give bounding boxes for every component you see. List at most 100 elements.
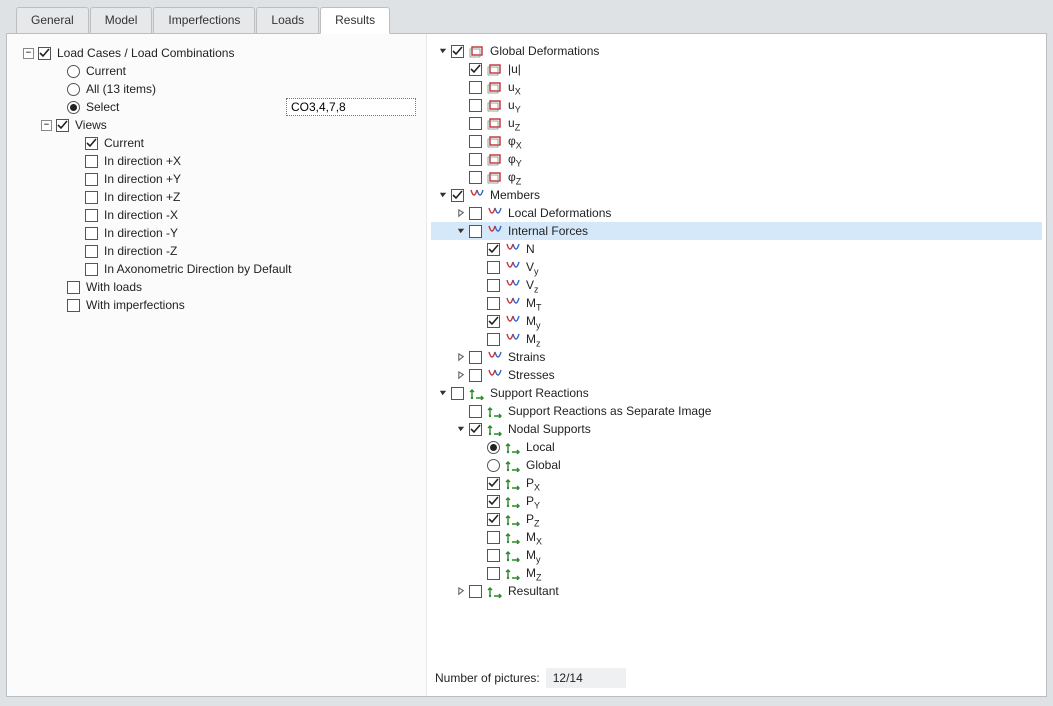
expander-members[interactable] (437, 189, 449, 201)
checkbox-ux[interactable] (469, 81, 482, 94)
checkbox-my[interactable] (487, 315, 500, 328)
radio-global[interactable] (487, 459, 500, 472)
checkbox-with-loads[interactable] (67, 281, 80, 294)
checkbox-strains[interactable] (469, 351, 482, 364)
left-tree[interactable]: − Load Cases / Load Combinations Current… (7, 34, 427, 696)
checkbox-support-sep[interactable] (469, 405, 482, 418)
checkbox-resultant[interactable] (469, 585, 482, 598)
force-icon (469, 188, 485, 202)
label-with-imperfections: With imperfections (85, 298, 185, 312)
checkbox-n[interactable] (487, 243, 500, 256)
right-tree[interactable]: Global Deformations |u| uX uY uZ (427, 34, 1046, 696)
expander-global-deformations[interactable] (437, 45, 449, 57)
label-global-deformations: Global Deformations (489, 44, 599, 58)
checkbox-global-deformations[interactable] (451, 45, 464, 58)
checkbox-mz2[interactable] (487, 567, 500, 580)
expander-strains[interactable] (455, 351, 467, 363)
checkbox-dir-mz[interactable] (85, 245, 98, 258)
checkbox-dir-px[interactable] (85, 155, 98, 168)
force-icon (505, 332, 521, 346)
label-radio-current: Current (85, 64, 126, 78)
tab-imperfections[interactable]: Imperfections (153, 7, 255, 34)
label-dir-mx: In direction -X (103, 208, 178, 222)
radio-select[interactable] (67, 101, 80, 114)
tab-model[interactable]: Model (90, 7, 153, 34)
radio-all[interactable] (67, 83, 80, 96)
label-strains: Strains (507, 350, 545, 364)
footer-label: Number of pictures: (435, 671, 540, 685)
checkbox-view-current[interactable] (85, 137, 98, 150)
label-radio-select: Select (85, 100, 119, 114)
checkbox-local-def[interactable] (469, 207, 482, 220)
checkbox-uy[interactable] (469, 99, 482, 112)
checkbox-mz[interactable] (487, 333, 500, 346)
deformation-icon (469, 44, 485, 58)
label-stresses: Stresses (507, 368, 555, 382)
tab-loads[interactable]: Loads (256, 7, 319, 34)
checkbox-vz[interactable] (487, 279, 500, 292)
checkbox-with-imperfections[interactable] (67, 299, 80, 312)
label-internal-forces: Internal Forces (507, 224, 588, 238)
label-uy: uY (507, 98, 521, 112)
deformation-icon (487, 80, 503, 94)
force-icon (487, 368, 503, 382)
checkbox-dir-mx[interactable] (85, 209, 98, 222)
checkbox-pz[interactable] (487, 513, 500, 526)
expander-local-def[interactable] (455, 207, 467, 219)
expander-stresses[interactable] (455, 369, 467, 381)
deformation-icon (487, 98, 503, 112)
tab-results[interactable]: Results (320, 7, 390, 34)
checkbox-phiz[interactable] (469, 171, 482, 184)
support-icon (505, 440, 521, 454)
expander-resultant[interactable] (455, 585, 467, 597)
input-select-value[interactable] (286, 98, 416, 116)
label-phix: φX (507, 134, 522, 148)
expander-nodal-supports[interactable] (455, 423, 467, 435)
label-my: My (525, 314, 541, 328)
support-icon (505, 476, 521, 490)
radio-current[interactable] (67, 65, 80, 78)
checkbox-dir-py[interactable] (85, 173, 98, 186)
support-icon (487, 404, 503, 418)
force-icon (505, 278, 521, 292)
label-n: N (525, 242, 535, 256)
radio-local[interactable] (487, 441, 500, 454)
label-phiy: φY (507, 152, 522, 166)
checkbox-mt[interactable] (487, 297, 500, 310)
checkbox-vy[interactable] (487, 261, 500, 274)
deformation-icon (487, 116, 503, 130)
checkbox-phiy[interactable] (469, 153, 482, 166)
checkbox-load-cases[interactable] (38, 47, 51, 60)
label-my2: My (525, 548, 541, 562)
expander-internal-forces[interactable] (455, 225, 467, 237)
checkbox-nodal-supports[interactable] (469, 423, 482, 436)
checkbox-members[interactable] (451, 189, 464, 202)
tab-general[interactable]: General (16, 7, 89, 34)
checkbox-dir-pz[interactable] (85, 191, 98, 204)
label-local-def: Local Deformations (507, 206, 611, 220)
support-icon (505, 566, 521, 580)
label-dir-py: In direction +Y (103, 172, 181, 186)
checkbox-my2[interactable] (487, 549, 500, 562)
checkbox-dir-my[interactable] (85, 227, 98, 240)
checkbox-mx[interactable] (487, 531, 500, 544)
expander-views[interactable]: − (41, 120, 52, 131)
footer: Number of pictures: 12/14 (435, 668, 626, 688)
checkbox-uz[interactable] (469, 117, 482, 130)
checkbox-px[interactable] (487, 477, 500, 490)
checkbox-u-abs[interactable] (469, 63, 482, 76)
label-mz2: MZ (525, 566, 542, 580)
checkbox-py[interactable] (487, 495, 500, 508)
label-view-current: Current (103, 136, 144, 150)
expander-load-cases[interactable]: − (23, 48, 34, 59)
checkbox-views[interactable] (56, 119, 69, 132)
footer-value: 12/14 (546, 668, 626, 688)
checkbox-internal-forces[interactable] (469, 225, 482, 238)
support-icon (469, 386, 485, 400)
checkbox-phix[interactable] (469, 135, 482, 148)
checkbox-axo[interactable] (85, 263, 98, 276)
dialog-window: General Model Imperfections Loads Result… (0, 0, 1053, 706)
checkbox-support-reactions[interactable] (451, 387, 464, 400)
checkbox-stresses[interactable] (469, 369, 482, 382)
expander-support-reactions[interactable] (437, 387, 449, 399)
